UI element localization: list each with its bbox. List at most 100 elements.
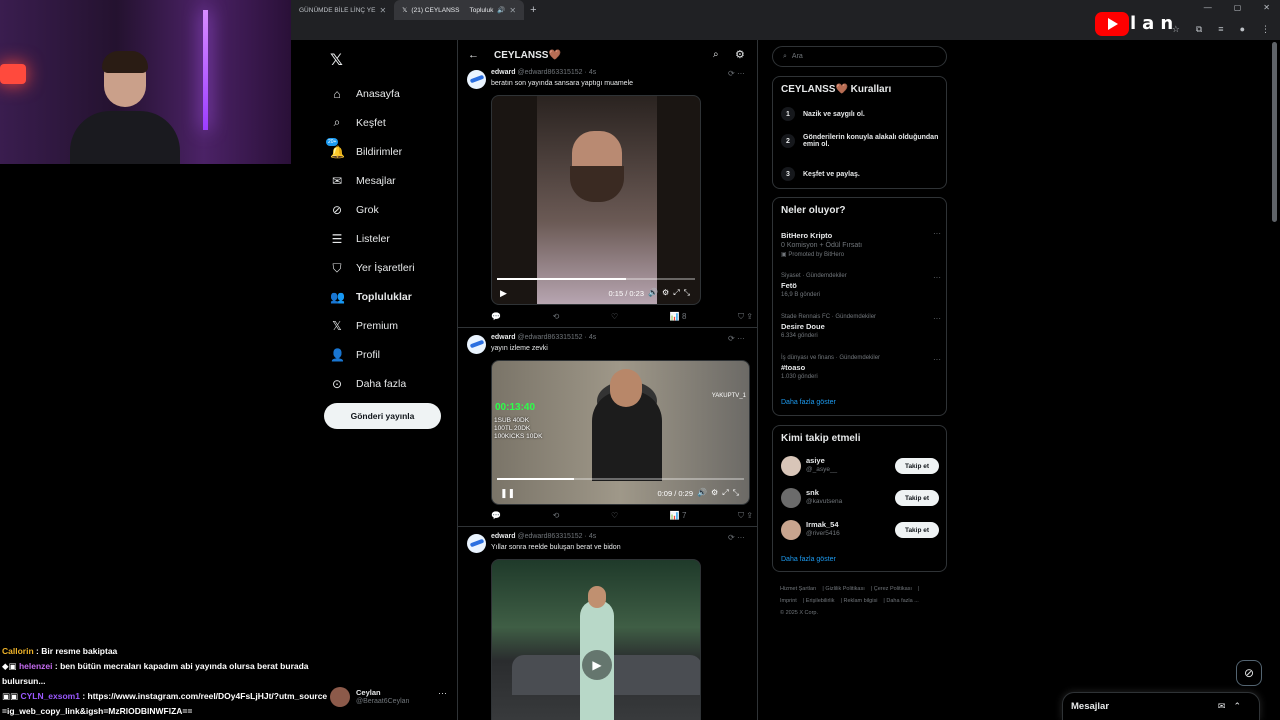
- nav-item-explore[interactable]: ⌕ Keşfet: [330, 108, 450, 137]
- more-icon[interactable]: ···: [933, 355, 941, 364]
- gear-icon[interactable]: ⚙: [735, 48, 745, 61]
- trend-context: Siyaset · Gündemdekiler: [781, 273, 847, 279]
- back-arrow-icon[interactable]: ←: [468, 49, 479, 61]
- nav-item-grok[interactable]: ⊘ Grok: [330, 195, 450, 224]
- follow-suggestion[interactable]: asiye @_asye__ Takip et: [781, 456, 941, 478]
- nav-item-lists[interactable]: ☰ Listeler: [330, 224, 450, 253]
- chevron-up-icon[interactable]: ⌃: [1233, 701, 1249, 711]
- video-player[interactable]: 00:13:40 1SUB 40DK 100TL 20DK 100KICKS 1…: [491, 360, 750, 505]
- trend-item[interactable]: Siyaset · Gündemdekiler Fetö 16,9 B gönd…: [781, 273, 941, 298]
- grok-icon[interactable]: ⟳: [728, 334, 735, 343]
- footer-link[interactable]: Hizmet Şartları: [780, 586, 816, 592]
- video-controls: ▶ 0:15 / 0:23 🔊⚙⤢⤡: [492, 282, 700, 304]
- post-author[interactable]: edward @edward863315152 · 4s: [491, 69, 596, 76]
- post[interactable]: edward @edward863315152 · 4s ⟳ ··· berat…: [458, 66, 757, 328]
- play-icon[interactable]: ▶: [582, 650, 612, 680]
- nav-item-bookmarks[interactable]: ⛉ Yer İşaretleri: [330, 254, 450, 283]
- nav-item-home[interactable]: ⌂ Anasayfa: [330, 79, 450, 108]
- menu-icon[interactable]: ⋮: [1261, 24, 1270, 35]
- show-more-link[interactable]: Daha fazla göster: [781, 399, 836, 406]
- show-more-link[interactable]: Daha fazla göster: [781, 556, 836, 563]
- more-icon[interactable]: ···: [933, 273, 941, 282]
- more-icon[interactable]: ···: [737, 533, 745, 542]
- search-icon[interactable]: ⌕: [713, 49, 719, 60]
- video-control-icons[interactable]: 🔊⚙⤢⤡: [697, 488, 743, 498]
- more-icon[interactable]: ···: [933, 314, 941, 323]
- follow-suggestion[interactable]: snk @kavutsena Takip et: [781, 488, 941, 510]
- trend-item[interactable]: İş dünyası ve finans · Gündemdekiler #to…: [781, 355, 941, 380]
- post[interactable]: edward @edward863315152 · 4s ⟳ ··· Yılla…: [458, 527, 757, 720]
- post-button[interactable]: Gönderi yayınla: [324, 403, 441, 429]
- follow-button[interactable]: Takip et: [895, 458, 939, 474]
- grok-icon[interactable]: ⟳: [728, 69, 735, 78]
- repost-icon[interactable]: ⟲: [553, 511, 560, 521]
- post[interactable]: edward @edward863315152 · 4s ⟳ ··· yayın…: [458, 328, 757, 527]
- footer-link[interactable]: Erişilebilirlik: [806, 598, 835, 604]
- more-icon[interactable]: ···: [737, 69, 745, 78]
- trend-context: Stade Rennais FC · Gündemdekiler: [781, 314, 877, 320]
- like-icon[interactable]: ♡: [611, 511, 618, 521]
- more-icon[interactable]: ···: [933, 229, 941, 238]
- nav-item-communities[interactable]: 👥 Topluluklar: [330, 283, 450, 312]
- search-input[interactable]: [791, 53, 932, 60]
- footer-link[interactable]: Reklam bilgisi: [843, 598, 877, 604]
- close-window-icon[interactable]: ✕: [1263, 3, 1270, 12]
- search-field[interactable]: ⌕: [772, 46, 947, 67]
- speaker-icon[interactable]: 🔊: [497, 6, 505, 14]
- grok-icon[interactable]: ⊘: [1236, 660, 1262, 686]
- nav-item-premium[interactable]: 𝕏 Premium: [330, 312, 450, 341]
- more-icon[interactable]: ···: [737, 334, 745, 343]
- views-icon[interactable]: 📊 7: [670, 511, 687, 521]
- media-icon[interactable]: ≡: [1218, 24, 1223, 35]
- play-icon[interactable]: ▶: [500, 288, 507, 299]
- close-icon[interactable]: ✕: [379, 6, 386, 15]
- messages-dock[interactable]: Mesajlar ✉⌃: [1062, 692, 1260, 720]
- profile-icon[interactable]: ●: [1240, 24, 1245, 35]
- maximize-icon[interactable]: ▢: [1234, 3, 1242, 12]
- grok-icon[interactable]: ⟳: [728, 533, 735, 542]
- reply-icon[interactable]: 💬: [491, 511, 501, 521]
- video-progress[interactable]: [497, 278, 695, 280]
- follow-button[interactable]: Takip et: [895, 522, 939, 538]
- avatar[interactable]: [467, 335, 486, 354]
- video-player[interactable]: ▶ 0:15 / 0:23 🔊⚙⤢⤡: [491, 95, 701, 305]
- avatar[interactable]: [467, 70, 486, 89]
- x-logo-icon[interactable]: 𝕏: [330, 50, 343, 70]
- more-icon[interactable]: ···: [438, 688, 447, 698]
- reply-icon[interactable]: 💬: [491, 312, 501, 322]
- account-switcher[interactable]: Ceylan @Beraat6Ceylan ···: [330, 685, 450, 709]
- close-icon[interactable]: ✕: [509, 6, 516, 15]
- like-icon[interactable]: ♡: [611, 312, 618, 322]
- minimize-icon[interactable]: —: [1204, 3, 1212, 12]
- post-author[interactable]: edward @edward863315152 · 4s: [491, 533, 596, 540]
- trend-subtitle: 0 Komisyon + Ödül Fırsatı: [781, 242, 863, 249]
- scrollbar[interactable]: [1272, 42, 1277, 222]
- footer-link[interactable]: Daha fazla ...: [886, 598, 918, 604]
- trend-item[interactable]: BitHero Kripto 0 Komisyon + Ödül Fırsatı…: [781, 229, 941, 258]
- views-icon[interactable]: 📊 8: [670, 312, 687, 322]
- footer-link[interactable]: Imprint: [780, 598, 797, 604]
- bookmark-icon[interactable]: ⛉ ⇪: [738, 312, 753, 322]
- footer-link[interactable]: Çerez Politikası: [874, 586, 912, 592]
- follow-button[interactable]: Takip et: [895, 490, 939, 506]
- new-tab-icon[interactable]: +: [530, 4, 536, 16]
- new-message-icon[interactable]: ✉: [1218, 701, 1234, 711]
- video-control-icons[interactable]: 🔊⚙⤢⤡: [648, 288, 694, 298]
- video-progress[interactable]: [497, 478, 744, 480]
- extensions-icon[interactable]: ⧉: [1196, 24, 1202, 35]
- pause-icon[interactable]: ❚❚: [500, 488, 515, 499]
- browser-tab[interactable]: GÜNÜMDE BİLE LİNÇ YE ✕: [291, 0, 394, 20]
- video-player[interactable]: ▶: [491, 559, 701, 720]
- repost-icon[interactable]: ⟲: [553, 312, 560, 322]
- nav-item-messages[interactable]: ✉ Mesajlar: [330, 166, 450, 195]
- bookmark-icon[interactable]: ⛉ ⇪: [738, 511, 753, 521]
- footer-link[interactable]: Gizlilik Politikası: [825, 586, 864, 592]
- follow-suggestion[interactable]: Irmak_54 @river5416 Takip et: [781, 520, 941, 542]
- nav-item-more[interactable]: ⊙ Daha fazla: [330, 370, 450, 399]
- nav-item-notifications[interactable]: 🔔 20+ Bildirimler: [326, 137, 450, 166]
- browser-tab-active[interactable]: 𝕏 (21) CEYLANSS Topluluk 🔊 ✕: [394, 0, 525, 20]
- nav-item-profile[interactable]: 👤 Profil: [330, 341, 450, 370]
- avatar[interactable]: [467, 534, 486, 553]
- post-author[interactable]: edward @edward863315152 · 4s: [491, 334, 596, 341]
- trend-item[interactable]: Stade Rennais FC · Gündemdekiler Desire …: [781, 314, 941, 339]
